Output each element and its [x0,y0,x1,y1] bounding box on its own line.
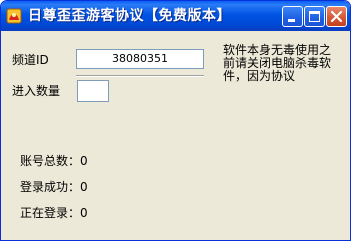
title-bar[interactable]: 日尊歪歪游客协议【免费版本】 [1,1,350,31]
login-success-status: 登录成功：0 [20,180,88,194]
channel-id-field[interactable]: 38080351 [76,49,204,69]
close-icon [330,10,343,23]
app-icon[interactable] [6,8,22,24]
quantity-field[interactable] [77,80,109,102]
maximize-button[interactable] [304,6,325,27]
quantity-label: 进入数量 [12,84,61,98]
main-window: 日尊歪歪游客协议【免费版本】 频道ID 38080351 进入数量 软件本身无毒… [0,0,351,241]
total-accounts-status: 账号总数：0 [20,154,88,168]
minimize-icon [288,19,295,22]
close-button[interactable] [326,6,347,27]
antivirus-notice: 软件本身无毒使用之前请关闭电脑杀毒软件，因为协议 [223,43,332,83]
window-title: 日尊歪歪游客协议【免费版本】 [28,8,231,24]
minimize-button[interactable] [282,6,303,27]
channel-id-label: 频道ID [12,53,49,67]
separator-line [76,75,204,77]
maximize-icon [309,11,320,22]
logging-in-status: 正在登录：0 [20,206,88,220]
